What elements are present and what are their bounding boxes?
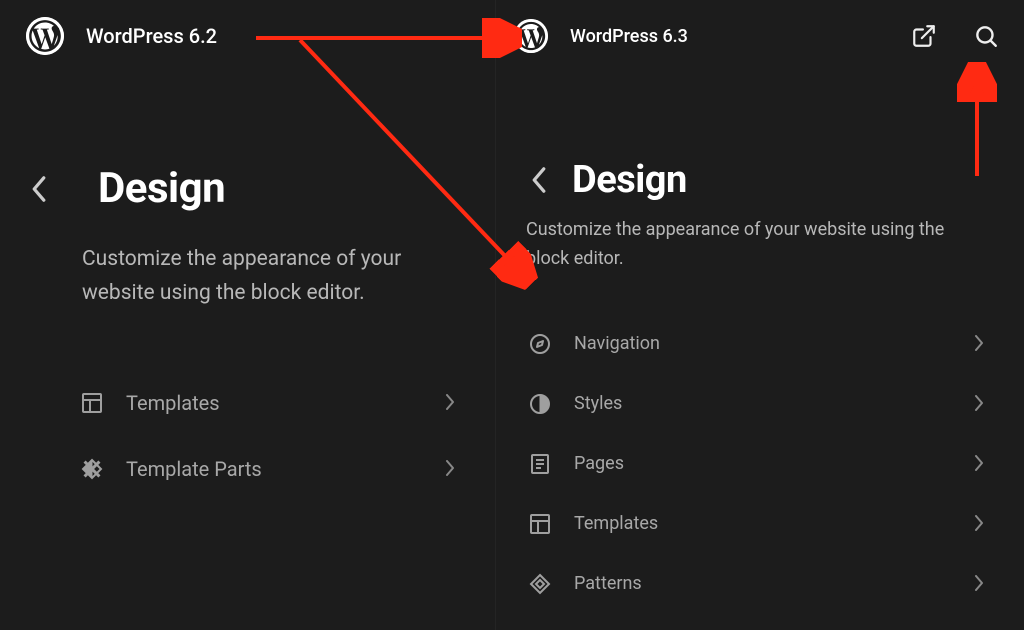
styles-icon: [526, 390, 554, 418]
pages-icon: [526, 450, 554, 478]
patterns-icon: [526, 570, 554, 598]
menu-item-label: Navigation: [574, 333, 954, 354]
version-label: WordPress 6.3: [570, 26, 688, 47]
wordpress-logo-icon[interactable]: [514, 19, 548, 53]
back-button[interactable]: [526, 167, 552, 193]
open-site-button[interactable]: [904, 16, 944, 56]
menu-item-navigation[interactable]: Navigation: [526, 314, 992, 374]
menu-item-label: Pages: [574, 453, 954, 474]
page-subtitle: Customize the appearance of your website…: [526, 216, 946, 274]
menu-item-templates[interactable]: Templates: [78, 370, 463, 436]
page-title: Design: [98, 164, 225, 213]
back-button[interactable]: [26, 176, 52, 202]
version-label: WordPress 6.2: [86, 24, 217, 48]
template-parts-icon: [78, 455, 106, 483]
topbar-left: WordPress 6.2: [0, 0, 495, 72]
pane-wp-6-3: WordPress 6.3 Design Customize the appea…: [495, 0, 1024, 630]
menu-item-label: Template Parts: [126, 457, 425, 481]
chevron-right-icon: [974, 455, 992, 473]
menu-item-label: Patterns: [574, 573, 954, 594]
menu-item-label: Templates: [126, 391, 425, 415]
chevron-right-icon: [445, 394, 463, 412]
menu-item-pages[interactable]: Pages: [526, 434, 992, 494]
search-button[interactable]: [966, 16, 1006, 56]
design-menu: Navigation Styles Pages: [526, 314, 992, 614]
menu-item-patterns[interactable]: Patterns: [526, 554, 992, 614]
menu-item-styles[interactable]: Styles: [526, 374, 992, 434]
chevron-right-icon: [974, 395, 992, 413]
menu-item-label: Styles: [574, 393, 954, 414]
pane-wp-6-2: WordPress 6.2 Design Customize the appea…: [0, 0, 495, 630]
navigation-icon: [526, 330, 554, 358]
templates-icon: [526, 510, 554, 538]
chevron-right-icon: [974, 335, 992, 353]
menu-item-label: Templates: [574, 513, 954, 534]
menu-item-templates[interactable]: Templates: [526, 494, 992, 554]
topbar-right: WordPress 6.3: [496, 0, 1024, 72]
design-menu: Templates Template Parts: [32, 370, 463, 502]
chevron-right-icon: [974, 575, 992, 593]
chevron-right-icon: [445, 460, 463, 478]
chevron-right-icon: [974, 515, 992, 533]
page-title: Design: [572, 158, 687, 202]
page-subtitle: Customize the appearance of your website…: [36, 243, 456, 310]
wordpress-logo-icon[interactable]: [26, 17, 64, 55]
menu-item-template-parts[interactable]: Template Parts: [78, 436, 463, 502]
templates-icon: [78, 389, 106, 417]
